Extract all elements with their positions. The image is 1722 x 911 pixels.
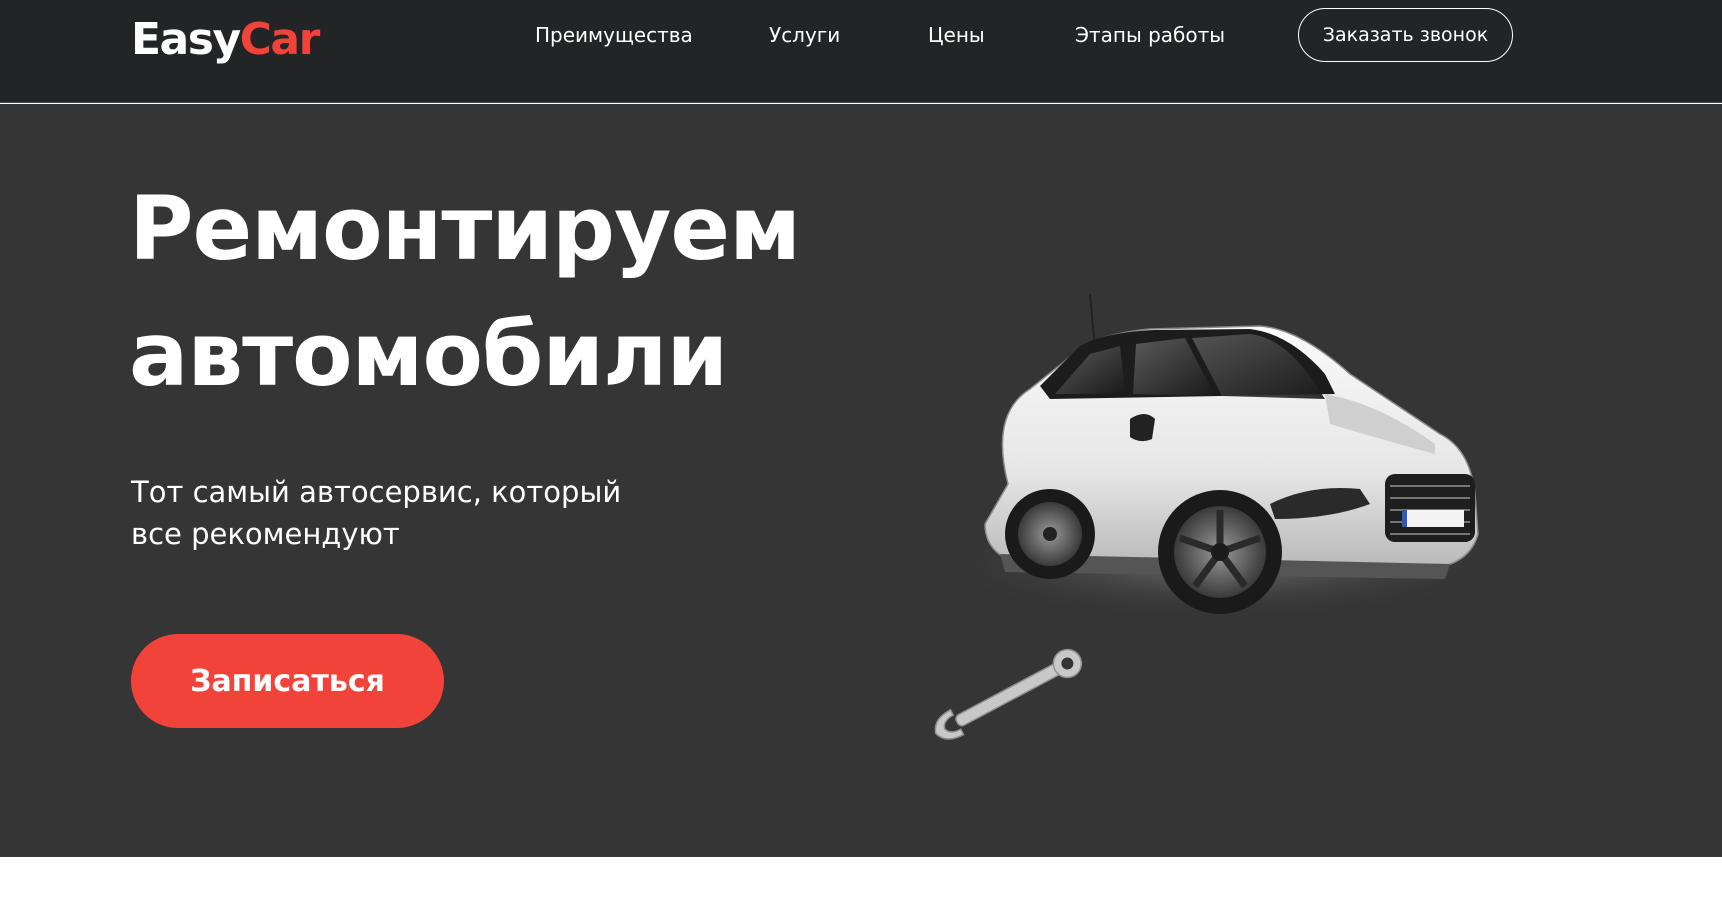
site-header: EasyCar Преимущества Услуги Цены Этапы р… bbox=[0, 0, 1722, 103]
order-call-button[interactable]: Заказать звонок bbox=[1298, 8, 1513, 62]
hero-title: Ремонтируем автомобили bbox=[129, 166, 889, 418]
nav-link-services[interactable]: Услуги bbox=[769, 22, 840, 48]
wrench-icon bbox=[934, 648, 1083, 740]
logo-text-easy: Easy bbox=[131, 14, 241, 65]
nav-link-work-stages[interactable]: Этапы работы bbox=[1075, 22, 1225, 48]
hero-subtitle-line-2: все рекомендуют bbox=[131, 517, 400, 551]
nav-link-advantages[interactable]: Преимущества bbox=[535, 22, 693, 48]
hero-subtitle-line-1: Тот самый автосервис, который bbox=[131, 475, 622, 509]
hero-section: Ремонтируем автомобили Тот самый автосер… bbox=[0, 104, 1722, 857]
logo[interactable]: EasyCar bbox=[131, 14, 321, 67]
car-image bbox=[930, 293, 1510, 619]
hero-subtitle: Тот самый автосервис, который все рекоме… bbox=[131, 471, 691, 555]
nav-link-prices[interactable]: Цены bbox=[928, 22, 985, 48]
logo-text-car: Car bbox=[239, 14, 321, 65]
signup-button[interactable]: Записаться bbox=[131, 634, 444, 728]
hero-title-line-1: Ремонтируем bbox=[129, 177, 801, 280]
hero-title-line-2: автомобили bbox=[129, 303, 728, 406]
